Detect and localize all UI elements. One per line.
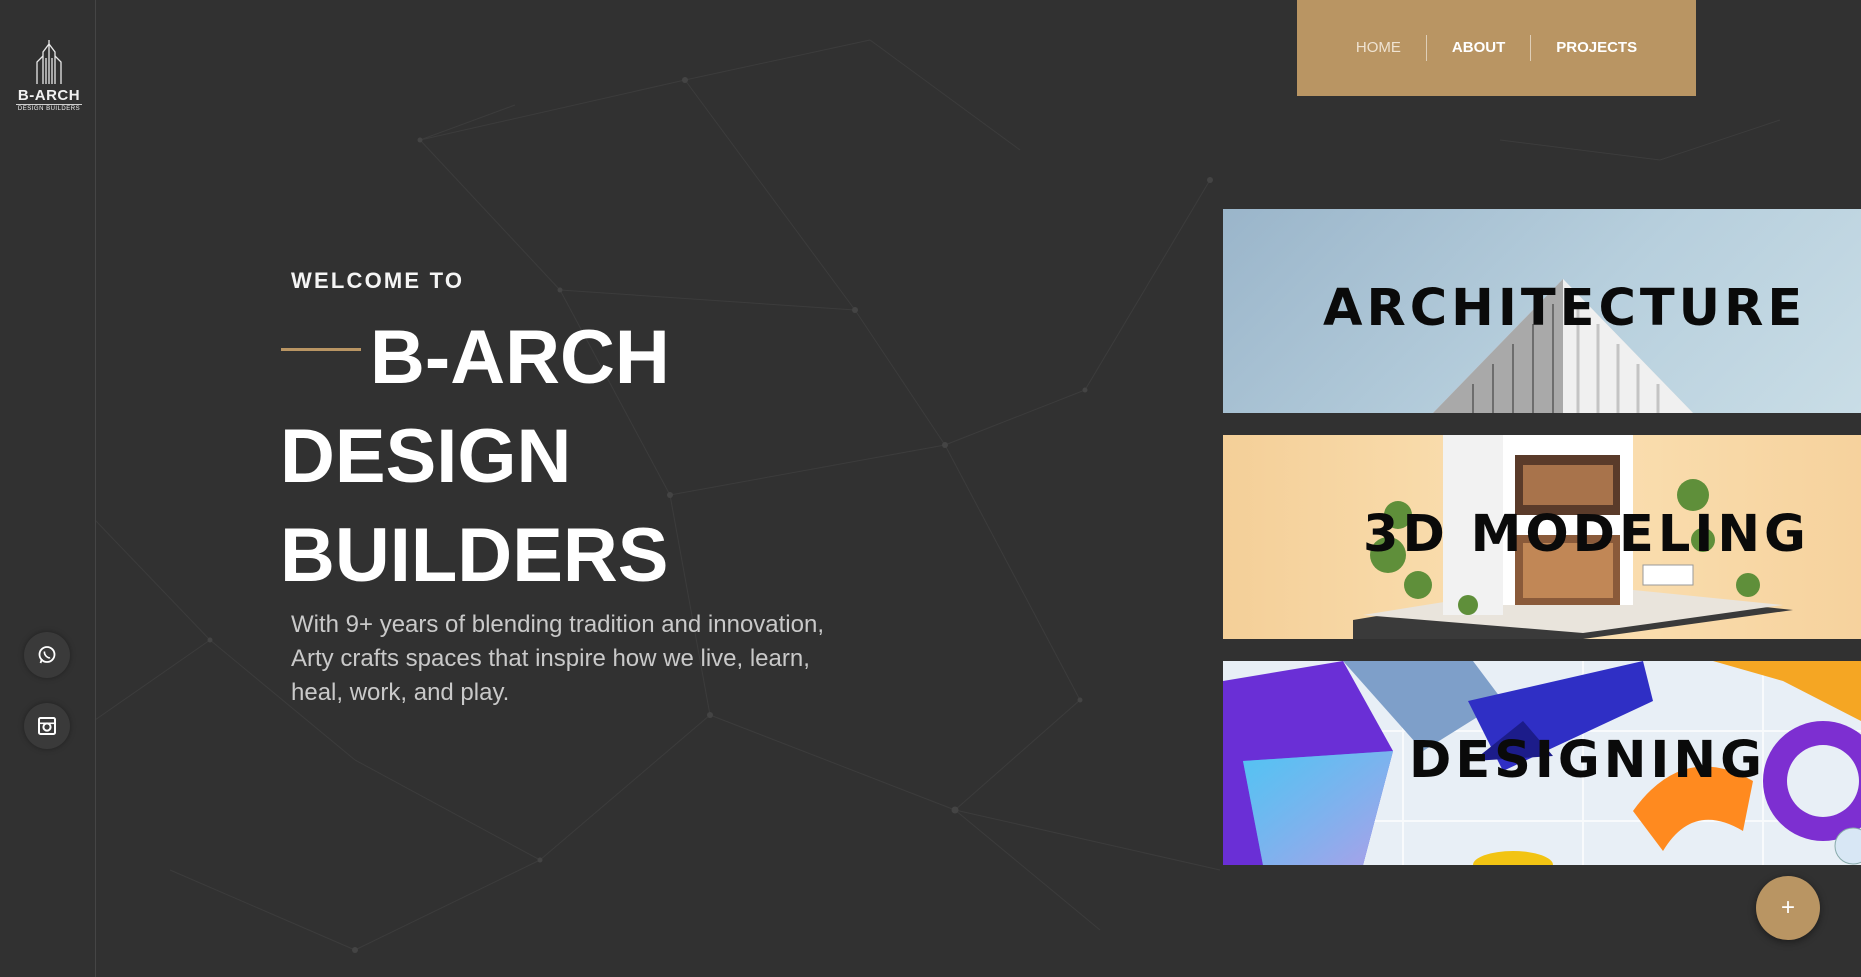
service-architecture[interactable]: ARCHITECTURE [1223, 209, 1861, 413]
service-designing[interactable]: DESIGNING [1223, 661, 1861, 865]
service-label: 3D MODELING [1363, 505, 1810, 564]
main-nav: HOME ABOUT PROJECTS [1297, 0, 1696, 96]
plus-icon: + [1780, 894, 1795, 921]
hero-description: With 9+ years of blending tradition and … [291, 611, 825, 706]
instagram-button[interactable] [24, 703, 70, 749]
hero-welcome-text: WELCOME TO [291, 268, 465, 293]
hero-title: B-ARCH DESIGN BUILDERS [280, 308, 670, 605]
sidebar: B-ARCH DESIGN BUILDERS [0, 0, 96, 977]
service-3d-modeling[interactable]: 3D MODELING [1223, 435, 1861, 639]
building-logo-icon [36, 40, 62, 84]
whatsapp-button[interactable] [24, 632, 70, 678]
logo[interactable]: B-ARCH DESIGN BUILDERS [8, 38, 90, 118]
logo-name: B-ARCH [15, 87, 83, 105]
hero-title-line-2: DESIGN [280, 414, 572, 499]
page: B-ARCH DESIGN BUILDERS HOME ABOUT PROJEC… [0, 0, 1861, 977]
nav-about[interactable]: ABOUT [1427, 35, 1530, 61]
logo-subtitle: DESIGN BUILDERS [17, 106, 81, 112]
service-label: DESIGNING [1409, 731, 1766, 790]
nav-home[interactable]: HOME [1331, 35, 1426, 61]
instagram-icon [38, 717, 56, 735]
hero-title-line-1: B-ARCH [370, 315, 670, 400]
nav-projects[interactable]: PROJECTS [1531, 35, 1662, 61]
hero-title-line-3: BUILDERS [280, 513, 669, 598]
service-label: ARCHITECTURE [1323, 279, 1807, 338]
floating-add-button[interactable]: + [1756, 876, 1820, 940]
whatsapp-icon [38, 646, 56, 664]
